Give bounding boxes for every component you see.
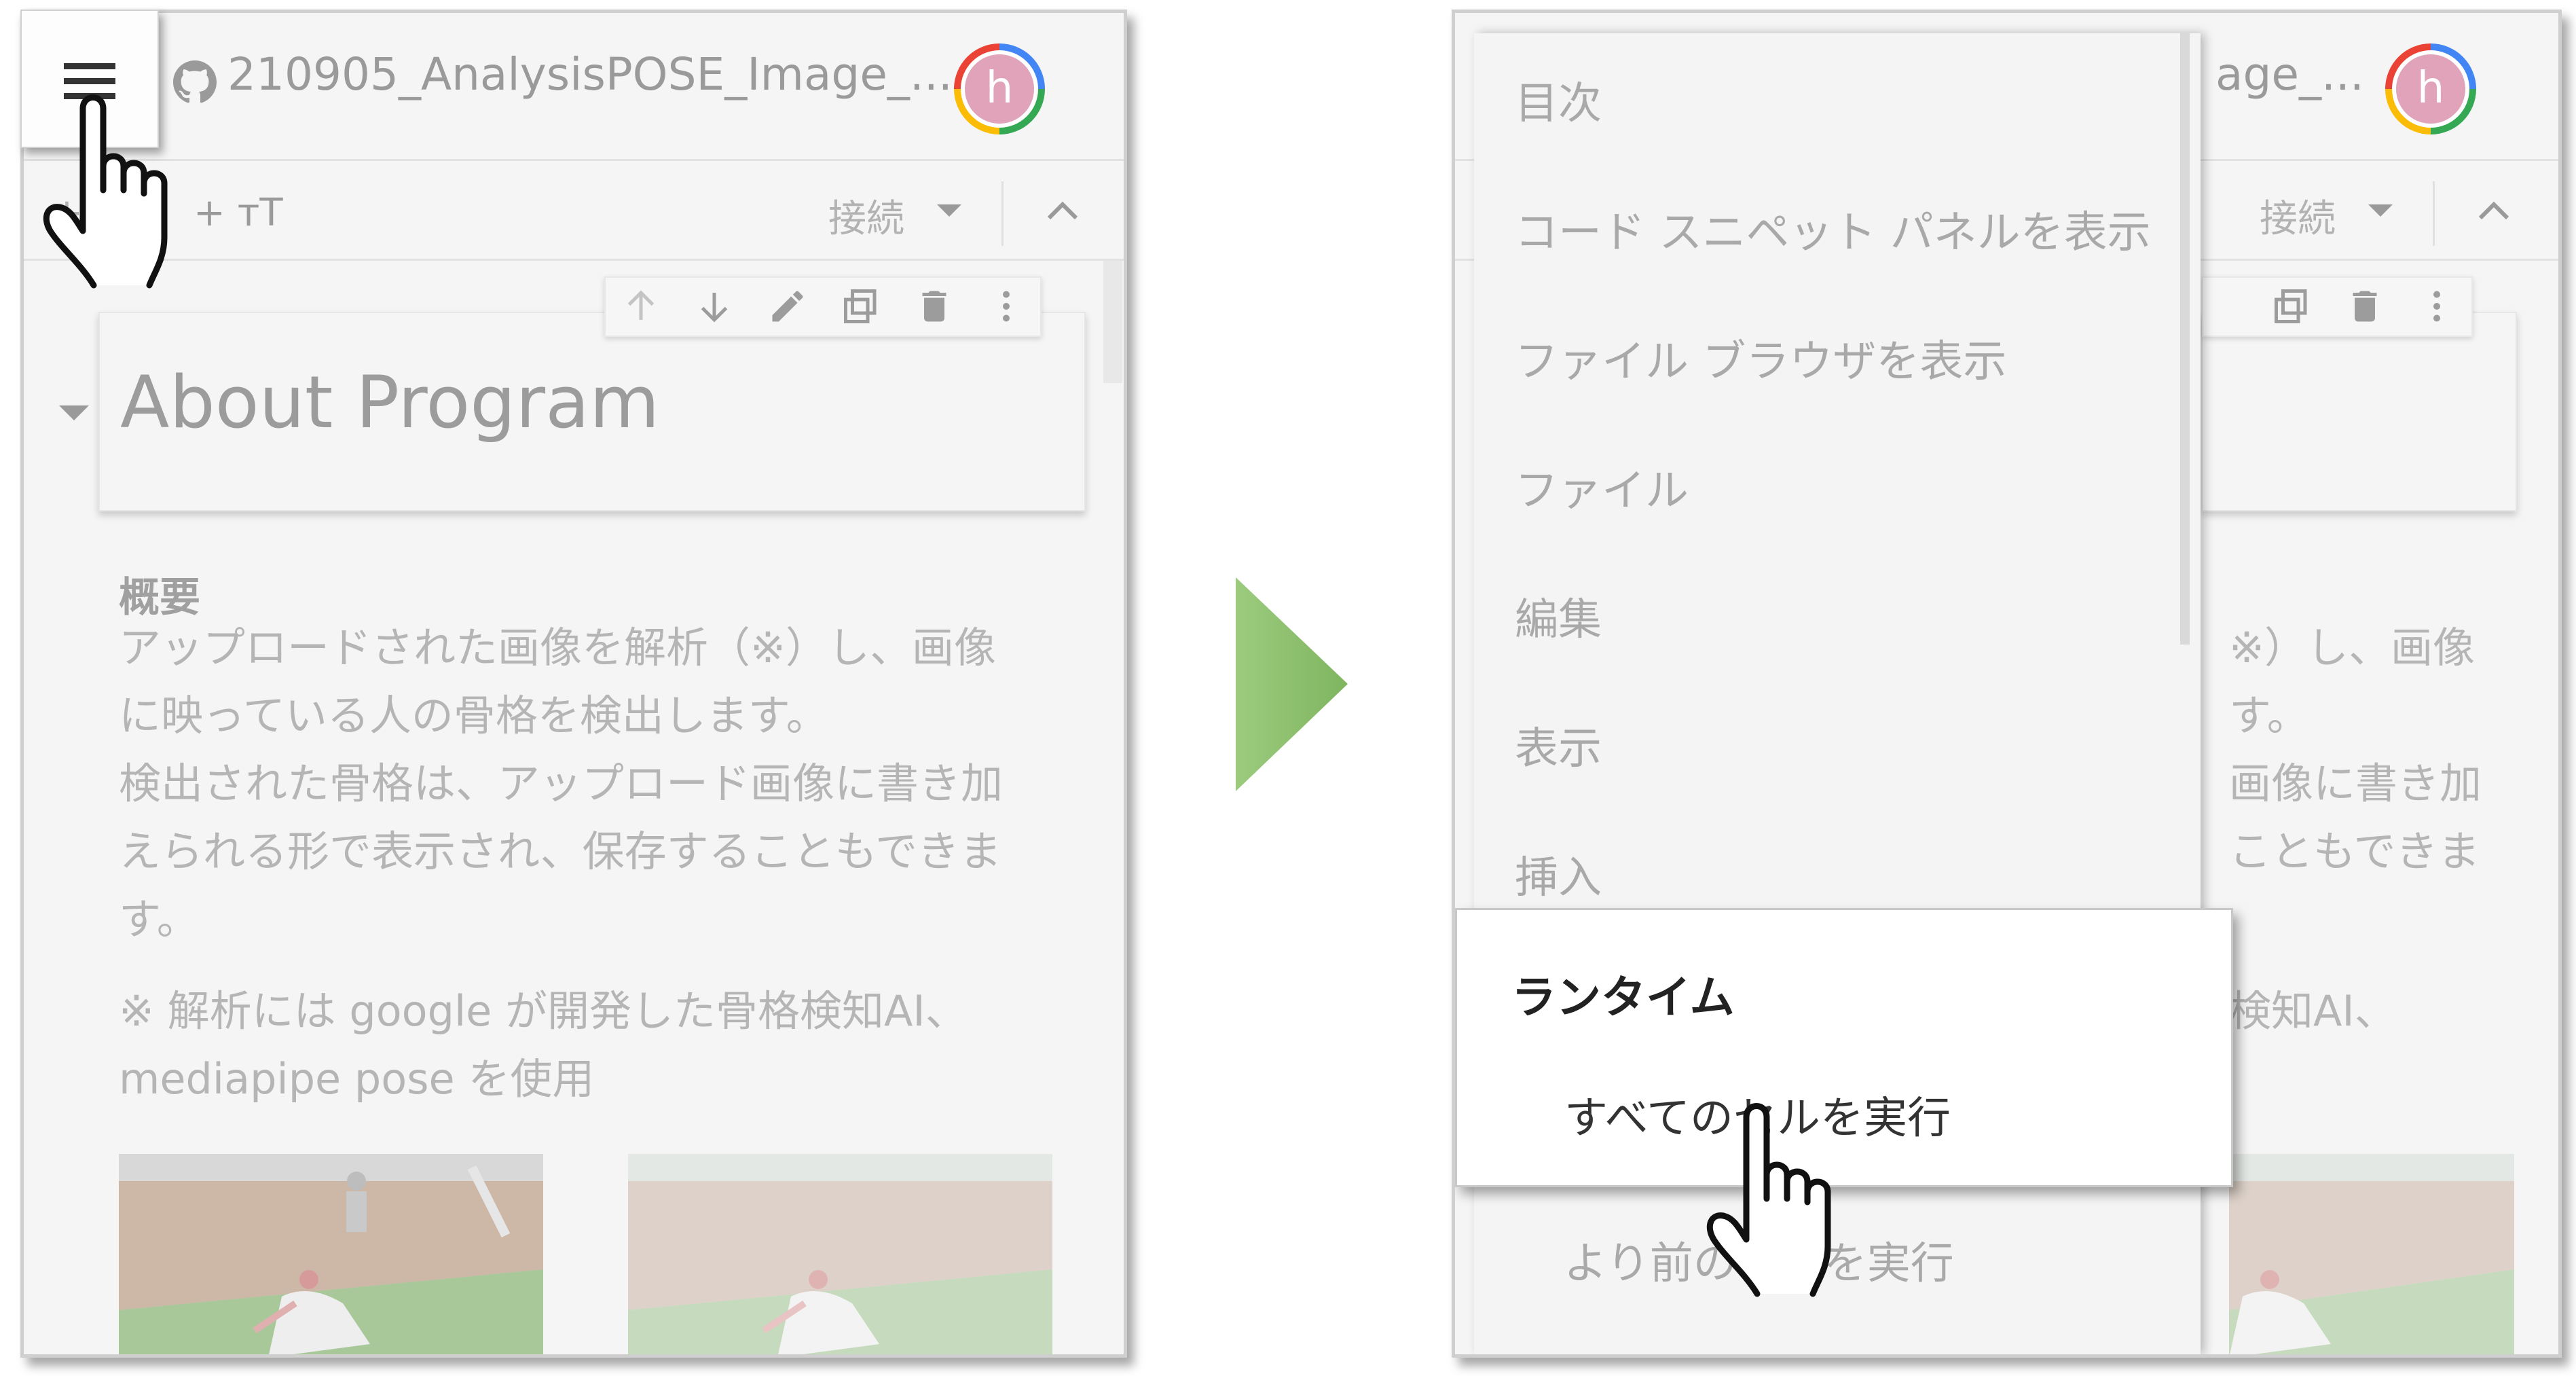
description-line: 検出された骨格は、アップロード画像に書き加: [119, 759, 1004, 808]
sample-image-result-partial: [2229, 1154, 2514, 1354]
menu-item-insert[interactable]: 挿入: [1515, 843, 1602, 905]
cell-toolbar: [604, 276, 1042, 337]
text-cell[interactable]: About Program: [98, 312, 1086, 511]
arrow-up-icon[interactable]: [621, 286, 661, 327]
menu-item-file-browser[interactable]: ファイル ブラウザを表示: [1515, 327, 2006, 389]
runtime-menu-title[interactable]: ランタイム: [1511, 961, 1735, 1026]
description-fragment: ※）し、画像: [2229, 623, 2475, 672]
menu-item-toc[interactable]: 目次: [1515, 69, 1602, 131]
delete-icon[interactable]: [2344, 286, 2385, 327]
delete-icon[interactable]: [914, 286, 955, 327]
menu-item-edit[interactable]: 編集: [1515, 585, 1602, 647]
more-vert-icon[interactable]: [986, 286, 1027, 327]
pointing-hand-icon: [1704, 1097, 1854, 1301]
menu-item-file[interactable]: ファイル: [1515, 456, 1689, 518]
notebook-title-partial: age_...: [2215, 48, 2364, 101]
notebook-title[interactable]: 210905_AnalysisPOSE_Image_...: [227, 48, 953, 101]
note-line: mediapipe pose を使用: [119, 1054, 595, 1104]
note-line: ※ 解析には google が開発した骨格検知AI、: [119, 986, 968, 1036]
description-line: す。: [119, 894, 199, 944]
description-line: アップロードされた画像を解析（※）し、画像: [119, 623, 996, 672]
mirror-icon[interactable]: [841, 286, 881, 327]
description-line: えられる形で表示され、保存することもできま: [119, 827, 1002, 876]
section-heading: About Program: [120, 361, 660, 444]
more-vert-icon[interactable]: [2416, 286, 2457, 327]
edit-icon[interactable]: [767, 286, 808, 327]
text-cell-partial: [2202, 312, 2517, 511]
right-colab-screen: age_... h 接続 ※）し、画像 す。 画像に書き加 こともできま 検知A…: [1452, 10, 2562, 1358]
sample-image-original: [119, 1154, 543, 1354]
pointing-hand-icon: [41, 88, 190, 292]
collapse-header-icon[interactable]: [2473, 196, 2514, 223]
add-text-button[interactable]: + тT: [194, 191, 283, 235]
connect-button[interactable]: 接続: [828, 188, 904, 243]
scrollbar[interactable]: [1103, 261, 1122, 383]
description-fragment: す。: [2229, 691, 2309, 740]
section-collapse-icon[interactable]: [59, 405, 89, 420]
arrow-down-icon[interactable]: [694, 286, 735, 327]
account-avatar[interactable]: h: [2385, 43, 2476, 134]
account-avatar[interactable]: h: [954, 43, 1045, 134]
menu-scrollbar[interactable]: [2180, 33, 2190, 645]
mirror-icon[interactable]: [2271, 286, 2312, 327]
sample-image-result: [628, 1154, 1052, 1354]
step-arrow-icon: [1236, 577, 1348, 791]
description-line: に映っている人の骨格を検出します。: [119, 691, 828, 740]
connect-button[interactable]: 接続: [2260, 188, 2336, 243]
collapse-header-icon[interactable]: [1042, 196, 1083, 223]
connect-dropdown-icon[interactable]: [937, 204, 961, 217]
menu-item-code-snippets[interactable]: コード スニペット パネルを表示: [1515, 198, 2151, 260]
connect-dropdown-icon[interactable]: [2368, 204, 2393, 217]
note-fragment: 検知AI、: [2229, 986, 2397, 1036]
description-fragment: こともできま: [2229, 827, 2480, 876]
menu-item-view[interactable]: 表示: [1515, 714, 1602, 776]
cell-toolbar-partial: [2202, 276, 2473, 337]
description-fragment: 画像に書き加: [2229, 759, 2482, 808]
toolbar-divider: [1001, 181, 1004, 246]
